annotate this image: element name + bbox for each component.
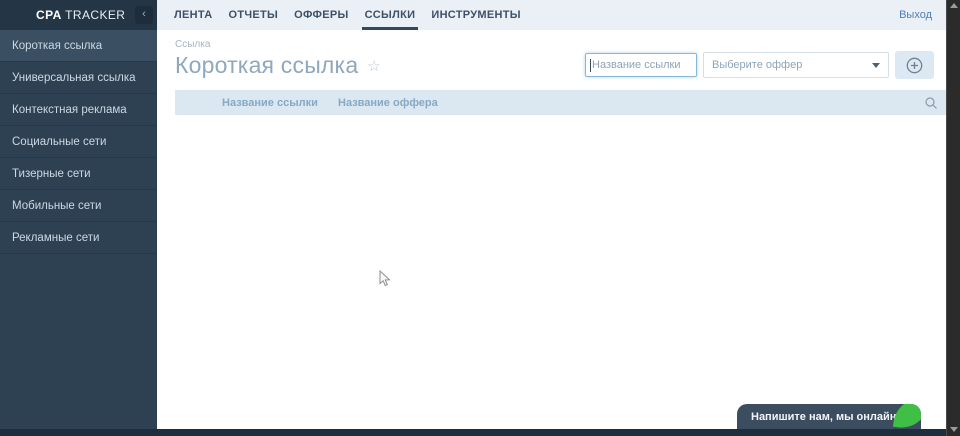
logout-link[interactable]: Выход	[899, 9, 932, 21]
offer-select[interactable]: Выберите оффер	[703, 52, 889, 78]
offer-select-value: Выберите оффер	[712, 59, 803, 71]
window-bottom-edge	[0, 429, 946, 436]
topbar: ЛЕНТА ОТЧЕТЫ ОФФЕРЫ ССЫЛКИ ИНСТРУМЕНТЫ В…	[157, 0, 946, 30]
tab-links[interactable]: ССЫЛКИ	[361, 0, 419, 30]
breadcrumb: Ссылка	[175, 39, 211, 50]
sidebar-item-contextual-ads[interactable]: Контекстная реклама	[0, 94, 157, 126]
sidebar-item-social-networks[interactable]: Социальные сети	[0, 126, 157, 158]
main-tabs: ЛЕНТА ОТЧЕТЫ ОФФЕРЫ ССЫЛКИ ИНСТРУМЕНТЫ	[173, 0, 536, 30]
chat-widget[interactable]: Напишите нам, мы онлайн! jivo	[737, 404, 921, 429]
brand-bold: CPA	[36, 8, 62, 22]
brand-rest: TRACKER	[61, 8, 126, 22]
jivo-leaf-icon	[892, 404, 921, 429]
plus-circle-icon	[906, 57, 923, 74]
sidebar-item-ad-networks[interactable]: Рекламные сети	[0, 222, 157, 254]
tab-feed[interactable]: ЛЕНТА	[173, 0, 213, 30]
sidebar-collapse-button[interactable]: ‹	[135, 6, 153, 24]
app-window: CPA TRACKER ‹ Короткая ссылка Универсаль…	[0, 0, 960, 436]
column-header-link-name[interactable]: Название ссылки	[175, 97, 338, 109]
page-title: Короткая ссылка	[175, 52, 359, 78]
link-name-input[interactable]: Название ссылки	[585, 53, 697, 77]
sidebar-item-mobile-networks[interactable]: Мобильные сети	[0, 190, 157, 222]
favorite-star-icon[interactable]: ☆	[367, 57, 380, 75]
table-search-button[interactable]	[924, 96, 938, 110]
tab-tools[interactable]: ИНСТРУМЕНТЫ	[430, 0, 522, 30]
link-name-placeholder: Название ссылки	[592, 59, 681, 71]
chevron-down-icon	[872, 62, 880, 68]
chevron-left-icon: ‹	[142, 8, 146, 20]
title-block: Ссылка Короткая ссылка ☆	[175, 39, 381, 79]
search-icon	[924, 96, 938, 110]
brand-logo: CPA TRACKER	[36, 8, 125, 22]
tab-offers[interactable]: ОФФЕРЫ	[293, 0, 349, 30]
text-cursor	[590, 58, 591, 72]
main-content: Ссылка Короткая ссылка ☆ Название ссылки…	[157, 30, 946, 436]
sidebar-item-universal-link[interactable]: Универсальная ссылка	[0, 62, 157, 94]
tab-reports[interactable]: ОТЧЕТЫ	[227, 0, 279, 30]
links-table-header: Название ссылки Название оффера	[175, 90, 946, 115]
create-link-controls: Название ссылки Выберите оффер	[585, 51, 934, 79]
column-header-offer-name[interactable]: Название оффера	[338, 97, 438, 109]
sidebar-item-short-link[interactable]: Короткая ссылка	[0, 30, 157, 62]
scrollbar-up-arrow-icon[interactable]	[950, 3, 958, 8]
page-header: Ссылка Короткая ссылка ☆ Название ссылки…	[157, 30, 946, 79]
sidebar-item-teaser-networks[interactable]: Тизерные сети	[0, 158, 157, 190]
add-link-button[interactable]	[895, 51, 934, 79]
sidebar-header: CPA TRACKER ‹	[0, 0, 157, 30]
scrollbar-down-arrow-icon[interactable]	[950, 427, 958, 432]
vertical-scrollbar[interactable]	[946, 0, 960, 436]
sidebar: CPA TRACKER ‹ Короткая ссылка Универсаль…	[0, 0, 157, 429]
chat-message: Напишите нам, мы онлайн!	[751, 410, 901, 423]
